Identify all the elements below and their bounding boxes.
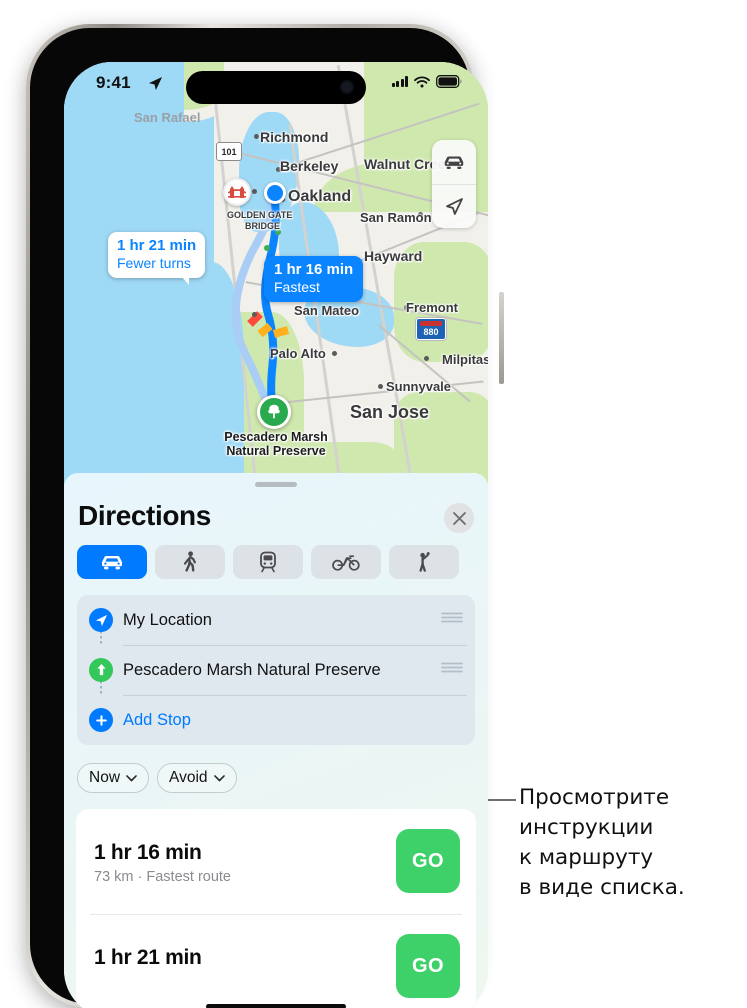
- bicycle-icon: [332, 555, 360, 571]
- map-label: San Jose: [350, 402, 430, 422]
- front-camera-icon: [340, 80, 354, 94]
- page-title: Directions: [78, 500, 211, 531]
- wifi-icon: [414, 75, 430, 87]
- dest-label-line2: Natural Preserve: [226, 444, 326, 458]
- map-label: Fremont: [406, 300, 458, 315]
- route-option-fastest[interactable]: 1 hr 16 min 73 km · Fastest route GO: [76, 809, 476, 914]
- route-options-list: 1 hr 16 min 73 km · Fastest route GO 1 h…: [76, 809, 476, 1008]
- car-icon: [102, 555, 122, 570]
- destination-pin-icon: [89, 658, 113, 682]
- location-arrow-icon: [148, 76, 163, 96]
- status-indicators: [391, 75, 463, 88]
- route-fields: My Location Pescadero Marsh Natural Pres…: [77, 595, 475, 745]
- annotation-line-1: Просмотрите: [519, 785, 670, 810]
- iphone-frame: San Rafael Richmond Berkeley Walnut Cree Oak…: [26, 24, 504, 1008]
- status-bar: 9:41: [64, 62, 488, 112]
- map-label: Sunnyvale: [386, 379, 452, 394]
- origin-field[interactable]: My Location: [77, 595, 475, 645]
- annotation-line-2: инструкции: [519, 815, 654, 840]
- highway-shield: 880: [416, 318, 446, 340]
- location-arrow-icon: [89, 608, 113, 632]
- annotation-line-3: к маршруту: [519, 845, 654, 870]
- mode-drive[interactable]: [77, 545, 147, 579]
- mode-walk[interactable]: [155, 545, 225, 579]
- alt-route-note: Fewer turns: [117, 255, 191, 271]
- departure-time-label: Now: [89, 769, 121, 786]
- departure-time-chip[interactable]: Now: [77, 763, 150, 793]
- main-route-note: Fastest: [274, 279, 320, 295]
- dest-label-line1: Pescadero Marsh: [224, 430, 328, 444]
- directions-sheet: Directions My Location Pescadero Marsh N…: [64, 473, 488, 1008]
- reorder-handle-icon[interactable]: [441, 611, 463, 630]
- add-stop-field[interactable]: Add Stop: [77, 695, 475, 745]
- map-label: San Mateo: [294, 303, 360, 318]
- map-label: Richmond: [260, 129, 329, 145]
- main-route-duration: 1 hr 16 min: [274, 261, 354, 278]
- power-button[interactable]: [499, 292, 504, 384]
- destination-value: Pescadero Marsh Natural Preserve: [123, 660, 381, 679]
- map-label: Palo Alto: [270, 346, 326, 361]
- map-controls: [432, 140, 476, 228]
- navigation-arrow-icon-button[interactable]: [432, 184, 476, 228]
- add-stop-label: Add Stop: [123, 710, 191, 729]
- transport-mode-selector: [77, 545, 459, 579]
- golden-gate-bridge-icon[interactable]: [223, 178, 251, 206]
- screenshot-root: San Rafael Richmond Berkeley Walnut Cree Oak…: [0, 0, 747, 1008]
- current-location-dot: [264, 182, 286, 204]
- route-eta: 1 hr 21 min: [94, 946, 202, 969]
- alt-route-duration: 1 hr 21 min: [117, 237, 197, 254]
- route-option-alternate[interactable]: 1 hr 21 min GO: [76, 914, 476, 1008]
- cellular-bars-icon: [391, 76, 408, 87]
- status-time: 9:41: [96, 73, 131, 92]
- route-callout-alternate[interactable]: 1 hr 21 min Fewer turns: [108, 232, 206, 285]
- avoid-chip[interactable]: Avoid: [157, 763, 237, 793]
- map-label: San Ramon: [360, 210, 432, 225]
- home-indicator[interactable]: [206, 1004, 346, 1008]
- train-icon: [260, 551, 276, 573]
- plus-icon: [89, 708, 113, 732]
- phone-screen: San Rafael Richmond Berkeley Walnut Cree Oak…: [64, 62, 488, 1008]
- mode-cycle[interactable]: [311, 545, 381, 579]
- route-eta: 1 hr 16 min: [94, 841, 202, 864]
- avoid-label: Avoid: [169, 769, 208, 786]
- close-icon: [452, 511, 466, 525]
- dynamic-island: [186, 71, 366, 104]
- battery-icon: [436, 75, 462, 88]
- highway-shield: 101: [216, 142, 242, 161]
- rideshare-icon: [419, 552, 430, 572]
- mode-rideshare[interactable]: [389, 545, 459, 579]
- map-label: Milpitas: [442, 352, 488, 367]
- map-label: Oakland: [288, 188, 352, 205]
- mode-transit[interactable]: [233, 545, 303, 579]
- car-icon-button[interactable]: [432, 140, 476, 184]
- chevron-down-icon: [126, 774, 137, 781]
- destination-field[interactable]: Pescadero Marsh Natural Preserve: [77, 645, 475, 695]
- route-details: 73 km · Fastest route: [94, 869, 231, 885]
- origin-value: My Location: [123, 610, 212, 629]
- map-label: San Rafael: [134, 110, 201, 125]
- go-button[interactable]: GO: [396, 934, 460, 998]
- map-label: Hayward: [364, 248, 423, 264]
- filter-chips: Now Avoid: [77, 763, 237, 793]
- sheet-grabber[interactable]: [255, 482, 297, 487]
- annotation-text: Просмотрите инструкции к маршруту в виде…: [519, 783, 685, 903]
- chevron-down-icon: [213, 774, 225, 781]
- walk-icon: [183, 551, 196, 572]
- destination-map-label: Pescadero Marsh Natural Preserve: [186, 430, 366, 458]
- destination-pin-park-icon[interactable]: [257, 395, 291, 429]
- close-button[interactable]: [444, 503, 474, 533]
- map-view[interactable]: San Rafael Richmond Berkeley Walnut Cree Oak…: [64, 62, 488, 492]
- map-label: Berkeley: [280, 158, 339, 174]
- annotation-line-4: в виде списка.: [519, 875, 685, 900]
- map-label: BRIDGE: [245, 221, 281, 231]
- route-callout-fastest[interactable]: 1 hr 16 min Fastest: [264, 256, 364, 302]
- map-label: GOLDEN GATE: [227, 210, 293, 220]
- reorder-handle-icon[interactable]: [441, 661, 463, 680]
- go-button[interactable]: GO: [396, 829, 460, 893]
